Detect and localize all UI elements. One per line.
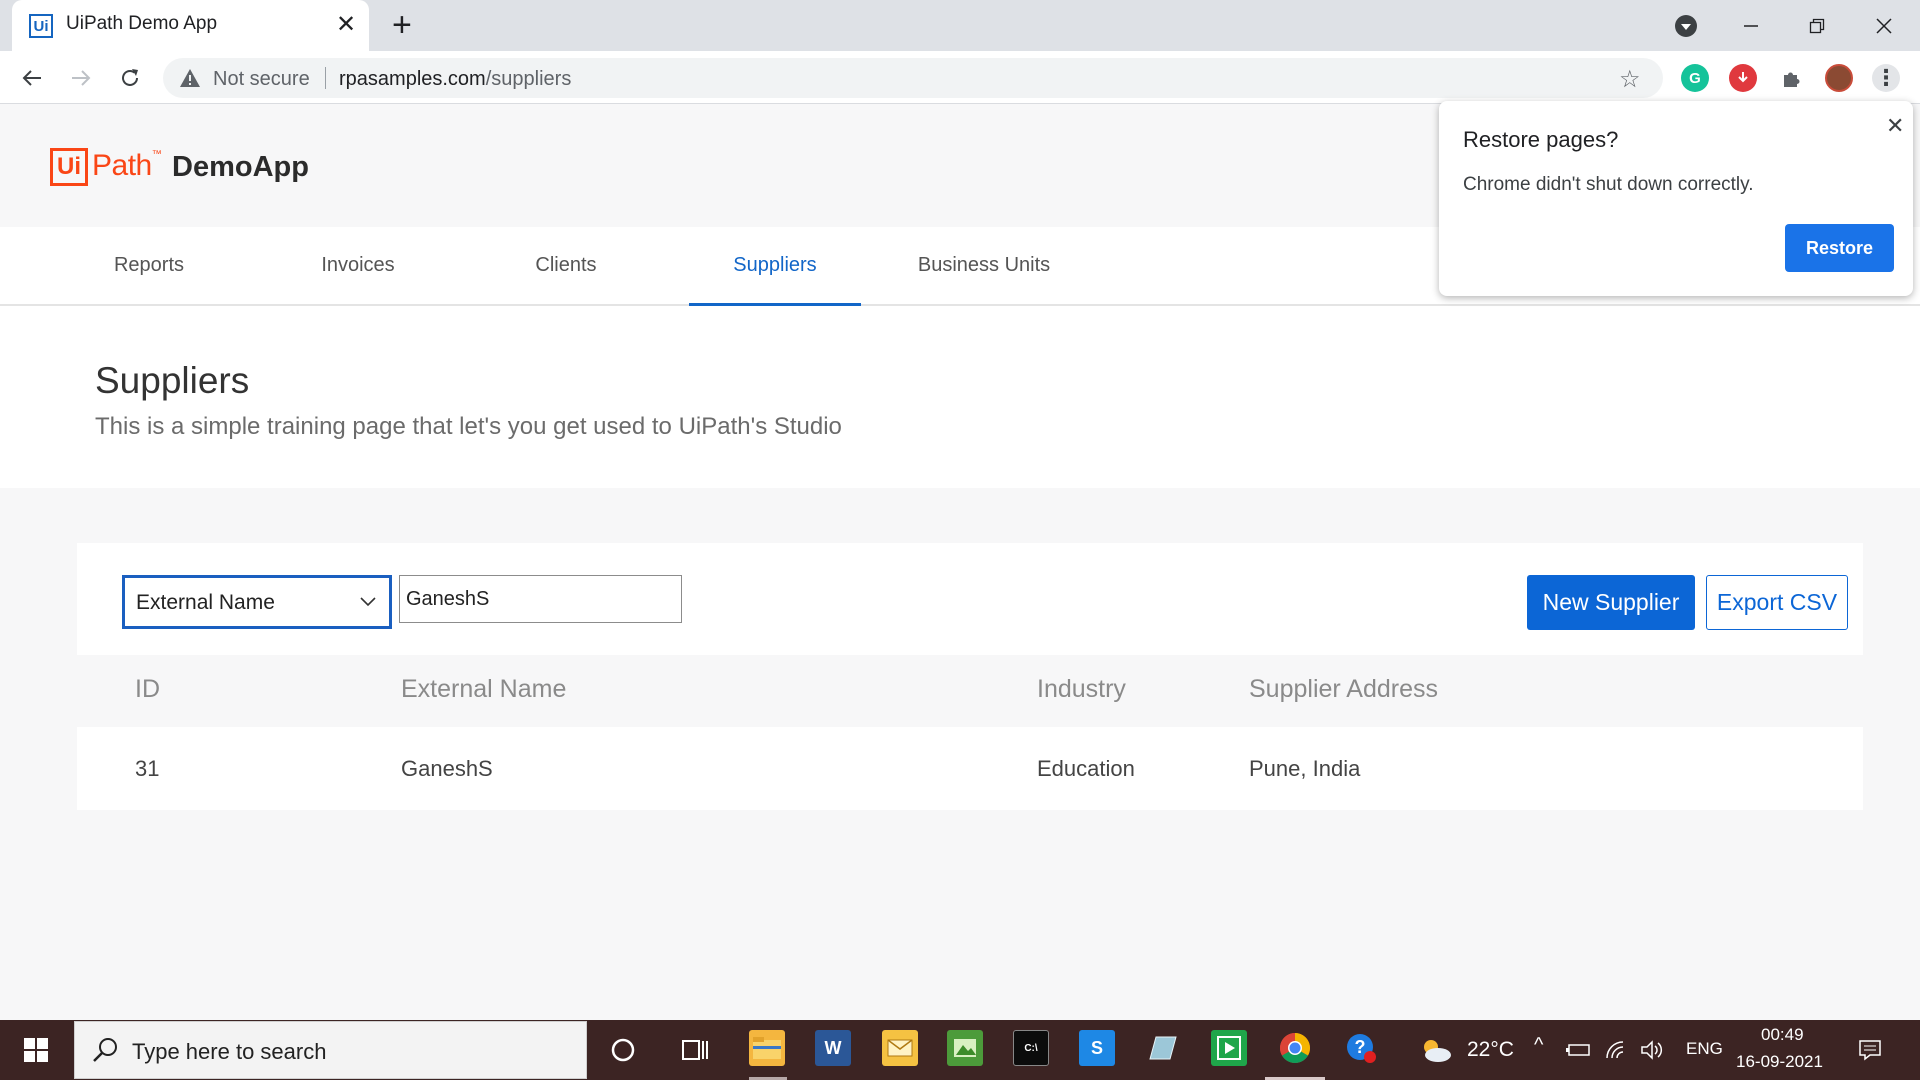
restore-window-icon[interactable] [1797,0,1837,51]
chevron-down-icon [358,591,378,616]
browser-toolbar: Not secure rpasamples.com/suppliers ☆ G … [0,51,1920,104]
cell-supplier-address: Pune, India [1249,756,1361,781]
page-intro: Suppliers This is a simple training page… [0,306,1920,488]
browser-tab[interactable]: Ui UiPath Demo App ✕ [12,0,369,51]
column-header-id[interactable]: ID [135,675,160,704]
address-separator [325,67,326,89]
nav-business-units[interactable]: Business Units [897,227,1071,304]
search-input[interactable] [399,575,682,623]
popup-title: Restore pages? [1463,127,1619,152]
cell-industry: Education [1037,756,1135,781]
s-app-icon[interactable]: S [1079,1030,1115,1066]
bookmark-star-icon[interactable]: ☆ [1619,65,1641,94]
minimize-icon[interactable] [1731,0,1771,51]
column-header-supplier-address[interactable]: Supplier Address [1249,675,1438,704]
reload-icon[interactable] [115,63,145,93]
tab-search-icon[interactable] [1669,0,1703,51]
table-row[interactable]: 31 GaneshS Education Pune, India [77,728,1863,810]
help-icon[interactable]: ? [1343,1030,1379,1066]
column-header-industry[interactable]: Industry [1037,675,1126,704]
weather-cloud-icon[interactable] [1414,1028,1458,1072]
svg-text:?: ? [1355,1037,1366,1057]
restore-button[interactable]: Restore [1785,224,1894,272]
nav-clients[interactable]: Clients [480,227,652,304]
clock-date[interactable]: 16-09-2021 [1736,1052,1823,1072]
cell-external-name: GaneshS [401,756,493,781]
search-icon [91,1036,119,1069]
forward-arrow-icon[interactable] [66,63,96,93]
volume-icon[interactable] [1634,1028,1670,1072]
warning-triangle-icon[interactable] [179,67,201,94]
wifi-icon[interactable] [1599,1028,1635,1072]
word-icon[interactable]: W [815,1030,851,1066]
clock-time[interactable]: 00:49 [1761,1025,1804,1045]
table-header: ID External Name Industry Supplier Addre… [77,655,1863,727]
tab-close-icon[interactable]: ✕ [336,11,356,39]
column-header-external-name[interactable]: External Name [401,675,566,704]
grammarly-extension-icon[interactable]: G [1681,64,1709,92]
tab-title: UiPath Demo App [66,13,218,34]
battery-icon[interactable] [1561,1028,1597,1072]
notifications-icon[interactable] [1850,1028,1890,1072]
mail-envelope-icon[interactable] [882,1030,918,1066]
chrome-menu-icon[interactable]: ⋮ [1872,64,1900,92]
windows-start-icon[interactable] [0,1020,72,1080]
new-tab-icon[interactable]: + [392,8,412,42]
popup-message: Chrome didn't shut down correctly. [1463,174,1754,195]
download-extension-icon[interactable] [1729,64,1757,92]
restore-pages-popup: Restore pages? Chrome didn't shut down c… [1439,101,1913,296]
url-path: /suppliers [485,68,572,90]
taskbar-search-box[interactable]: Type here to search [74,1021,587,1079]
browser-tab-strip: Ui UiPath Demo App ✕ + [0,0,1920,51]
file-explorer-icon[interactable] [749,1030,785,1066]
task-view-icon[interactable] [673,1028,717,1072]
cortana-icon[interactable] [601,1028,645,1072]
filter-field-select[interactable]: External Name [122,575,392,629]
uipath-favicon-icon: Ui [29,14,53,38]
security-label[interactable]: Not secure [213,68,310,91]
app-name: DemoApp [172,151,309,183]
windows-taskbar: Type here to search W C:\ S ? 22°C ^ ENG… [0,1020,1920,1080]
nav-reports[interactable]: Reports [63,227,235,304]
page-title: Suppliers [95,360,250,401]
page-subtitle: This is a simple training page that let'… [95,413,842,440]
notes-app-icon[interactable] [1145,1030,1181,1066]
image-editor-icon[interactable] [947,1030,983,1066]
address-bar[interactable]: Not secure rpasamples.com/suppliers ☆ [163,58,1663,98]
show-hidden-icons-chevron-up-icon[interactable]: ^ [1534,1034,1543,1057]
back-arrow-icon[interactable] [17,63,47,93]
url-text[interactable]: rpasamples.com/suppliers [339,68,571,91]
filter-field-value: External Name [136,591,275,614]
export-csv-button[interactable]: Export CSV [1706,575,1848,630]
uipath-logo-text: Path™ [92,149,162,182]
media-play-icon[interactable] [1211,1030,1247,1066]
extensions-puzzle-icon[interactable] [1777,64,1805,92]
search-placeholder: Type here to search [132,1039,327,1064]
chrome-taskbar-icon[interactable] [1277,1030,1313,1066]
url-host: rpasamples.com [339,68,486,90]
popup-close-icon[interactable]: ✕ [1886,113,1904,139]
input-language[interactable]: ENG [1686,1039,1723,1059]
nav-invoices[interactable]: Invoices [272,227,444,304]
cell-id: 31 [135,756,160,781]
suppliers-card: External Name New Supplier Export CSV ID… [77,543,1863,810]
uipath-logo-mark: Ui [50,148,88,186]
command-prompt-icon[interactable]: C:\ [1013,1030,1049,1066]
new-supplier-button[interactable]: New Supplier [1527,575,1695,630]
nav-suppliers[interactable]: Suppliers [689,227,861,306]
close-window-icon[interactable] [1864,0,1904,51]
profile-avatar[interactable] [1825,64,1853,92]
temperature[interactable]: 22°C [1467,1038,1514,1062]
